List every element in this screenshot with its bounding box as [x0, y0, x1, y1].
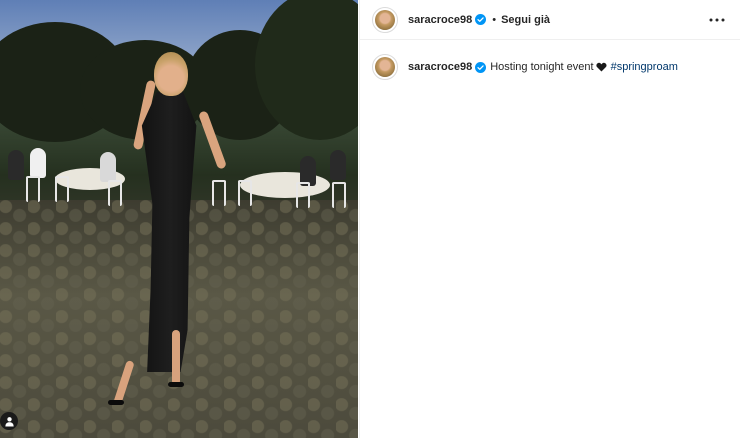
post-details-panel: saracroce98 • Segui già saracroce98 Host… — [359, 0, 740, 438]
verified-badge-icon — [475, 61, 487, 73]
dining-table — [240, 172, 330, 198]
verified-badge-icon — [475, 14, 487, 25]
author-avatar[interactable] — [372, 6, 398, 33]
hashtag-link[interactable]: #springproam — [611, 60, 678, 74]
sandal — [168, 382, 184, 387]
caption-body: Hosting tonight event — [490, 61, 594, 73]
profile-photo — [375, 9, 395, 30]
caption-text: saracroce98 Hosting tonight event #sprin… — [408, 60, 678, 74]
person-glyph — [4, 416, 14, 427]
chair — [332, 182, 346, 208]
chair — [26, 176, 40, 202]
profile-photo — [375, 57, 395, 77]
figure-head — [154, 52, 188, 96]
separator-dot: • — [492, 13, 497, 26]
post-photo[interactable] — [0, 0, 358, 438]
chair — [108, 180, 122, 206]
post-header: saracroce98 • Segui già — [360, 0, 740, 40]
more-horizontal-icon[interactable] — [706, 9, 728, 31]
black-heart-icon — [595, 62, 607, 72]
caption: saracroce98 Hosting tonight event #sprin… — [360, 40, 740, 80]
guest — [8, 150, 24, 180]
person-icon[interactable] — [0, 412, 18, 430]
chair — [212, 180, 226, 206]
guest — [330, 150, 346, 180]
figure-leg — [172, 330, 180, 385]
chair — [55, 176, 69, 202]
author-username[interactable]: saracroce98 — [408, 14, 472, 26]
caption-author-avatar[interactable] — [372, 54, 398, 80]
caption-username[interactable]: saracroce98 — [408, 60, 472, 74]
chair — [296, 182, 310, 208]
sandal — [108, 400, 124, 405]
guest — [30, 148, 46, 178]
chair — [238, 180, 252, 206]
guest — [100, 152, 116, 182]
following-button[interactable]: Segui già — [501, 14, 550, 26]
